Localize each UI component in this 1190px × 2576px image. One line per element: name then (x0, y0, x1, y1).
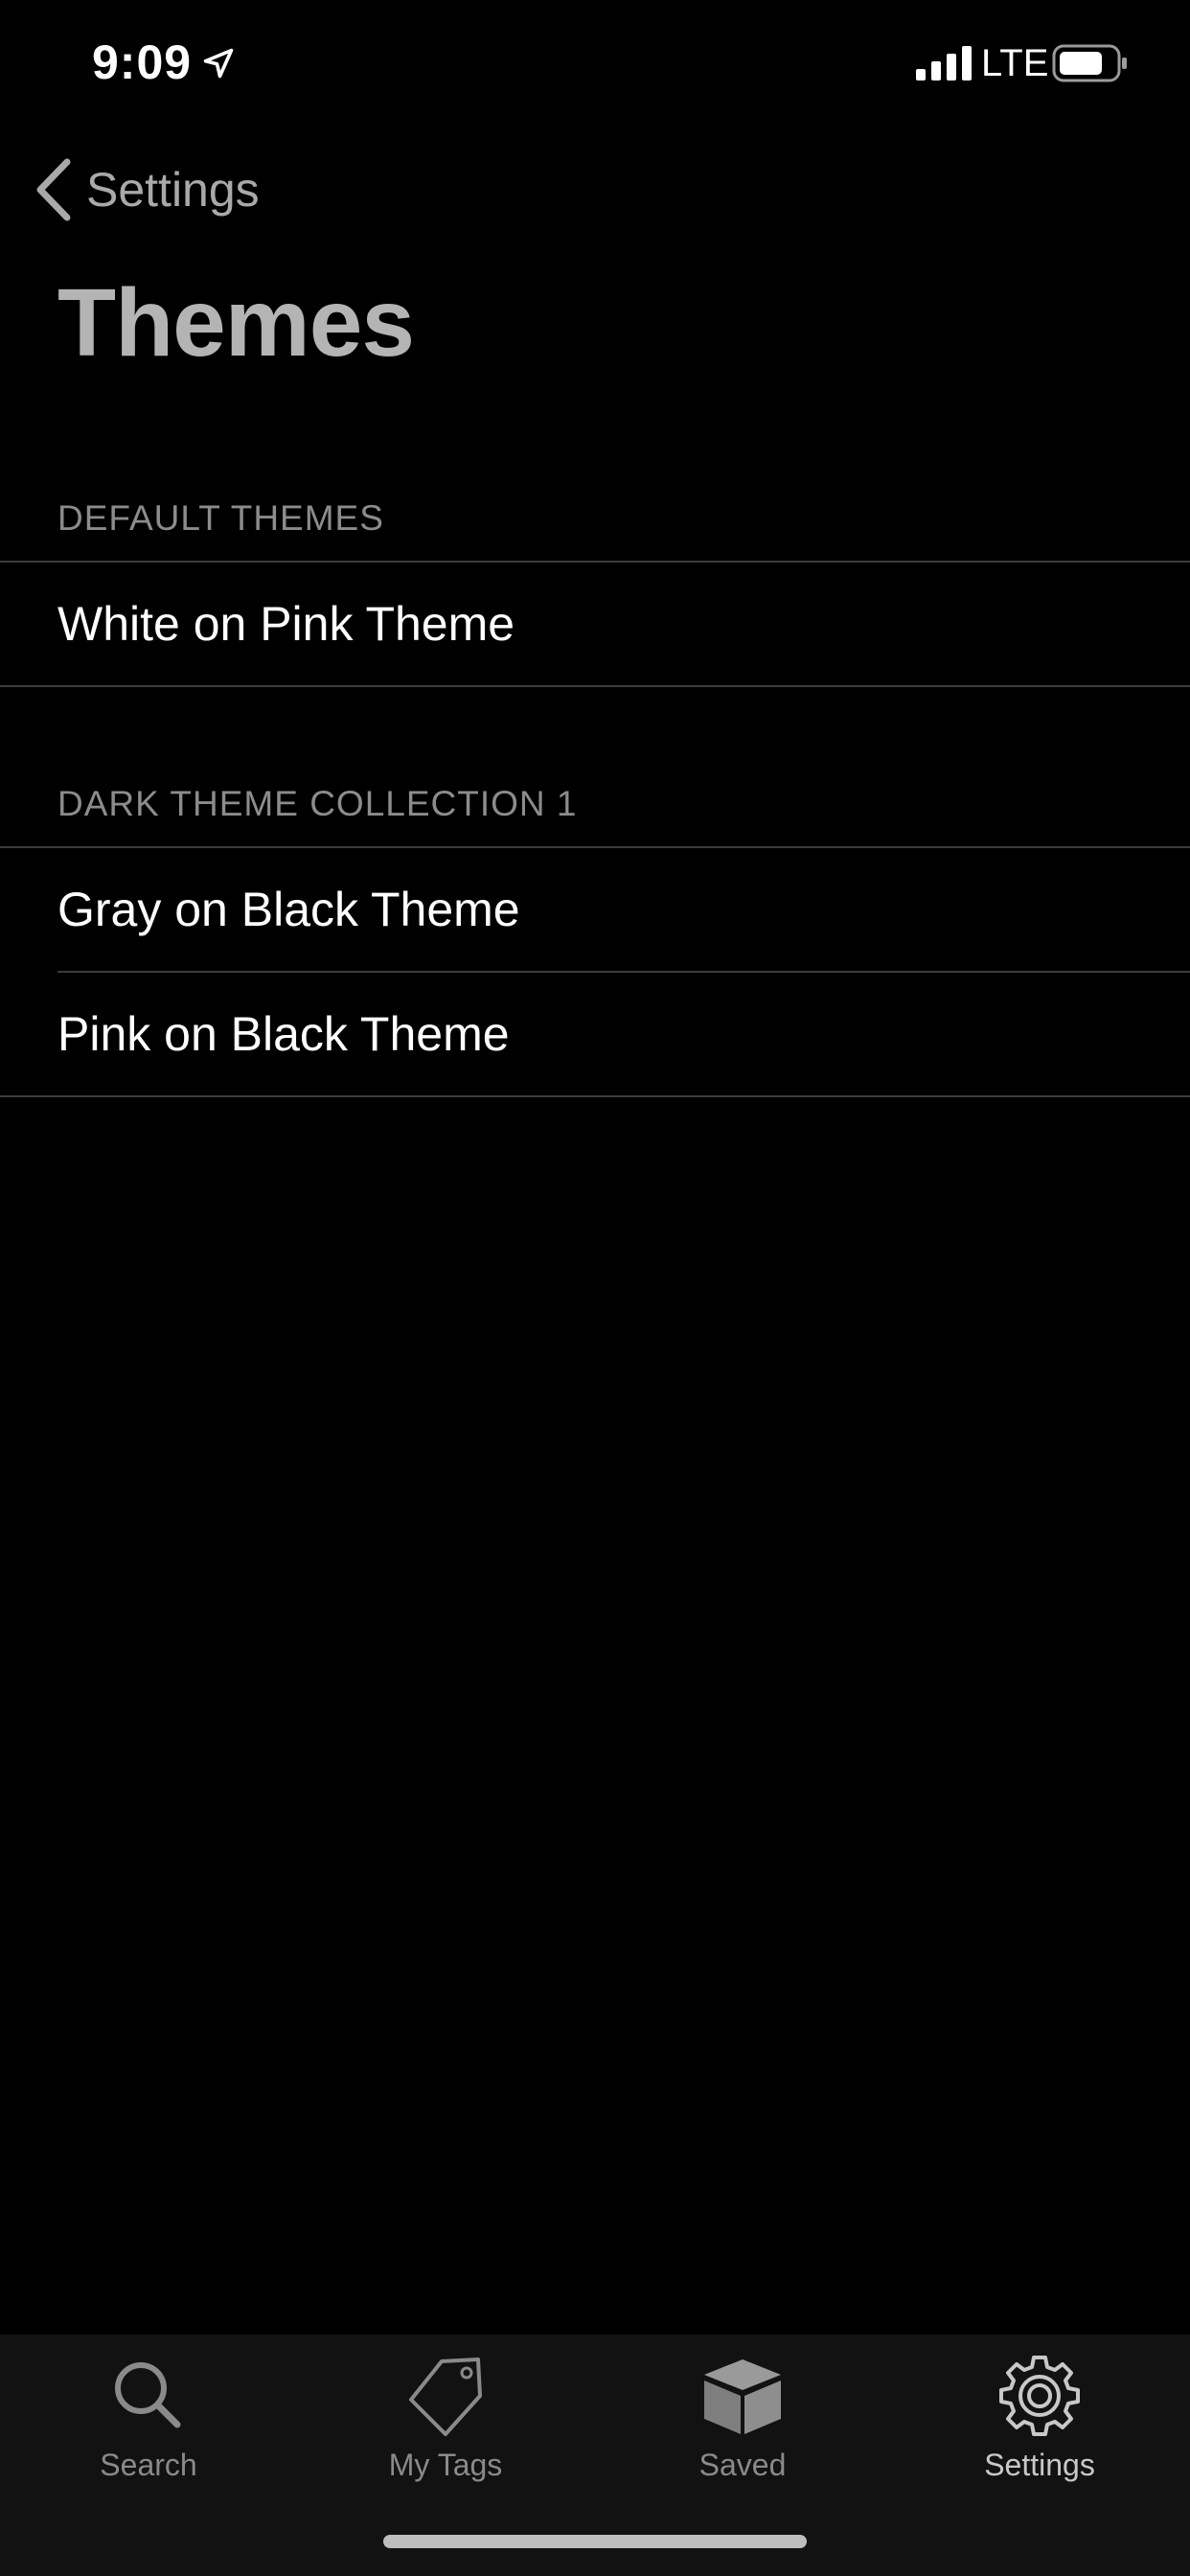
tab-label: Saved (698, 2448, 787, 2482)
home-indicator[interactable] (383, 2535, 807, 2548)
theme-row-pink-on-black[interactable]: Pink on Black Theme (0, 973, 1190, 1095)
tag-icon (409, 2358, 482, 2436)
divider (0, 685, 1190, 687)
section-header-dark-theme-collection-1: DARK THEME COLLECTION 1 (57, 784, 578, 823)
section-header-default-themes: DEFAULT THEMES (57, 498, 384, 538)
tab-settings[interactable]: Settings (891, 2334, 1188, 2488)
theme-row-label: Gray on Black Theme (57, 883, 520, 936)
battery-icon (1052, 44, 1127, 82)
signal-bars-icon (916, 46, 972, 80)
status-bar: 9:09 LTE (0, 0, 1190, 126)
tab-label: Search (100, 2448, 197, 2482)
status-time: 9:09 (92, 35, 193, 89)
tab-saved[interactable]: Saved (594, 2334, 891, 2488)
chevron-left-icon (36, 158, 71, 221)
page-title: Themes (57, 269, 415, 377)
theme-row-white-on-pink[interactable]: White on Pink Theme (0, 563, 1190, 685)
divider (0, 1095, 1190, 1097)
box-icon (704, 2359, 781, 2434)
theme-row-label: Pink on Black Theme (57, 1007, 510, 1061)
back-button-label: Settings (86, 163, 260, 217)
tab-my-tags[interactable]: My Tags (297, 2334, 594, 2488)
tab-search[interactable]: Search (0, 2334, 297, 2488)
theme-row-label: White on Pink Theme (57, 597, 515, 651)
network-type-label: LTE (981, 42, 1049, 84)
search-icon (115, 2362, 181, 2428)
tab-label: My Tags (388, 2448, 503, 2482)
gear-icon (999, 2356, 1080, 2436)
back-button[interactable]: Settings (34, 153, 260, 226)
theme-row-gray-on-black[interactable]: Gray on Black Theme (0, 848, 1190, 971)
location-arrow-icon (203, 48, 234, 79)
tab-label: Settings (984, 2448, 1095, 2482)
